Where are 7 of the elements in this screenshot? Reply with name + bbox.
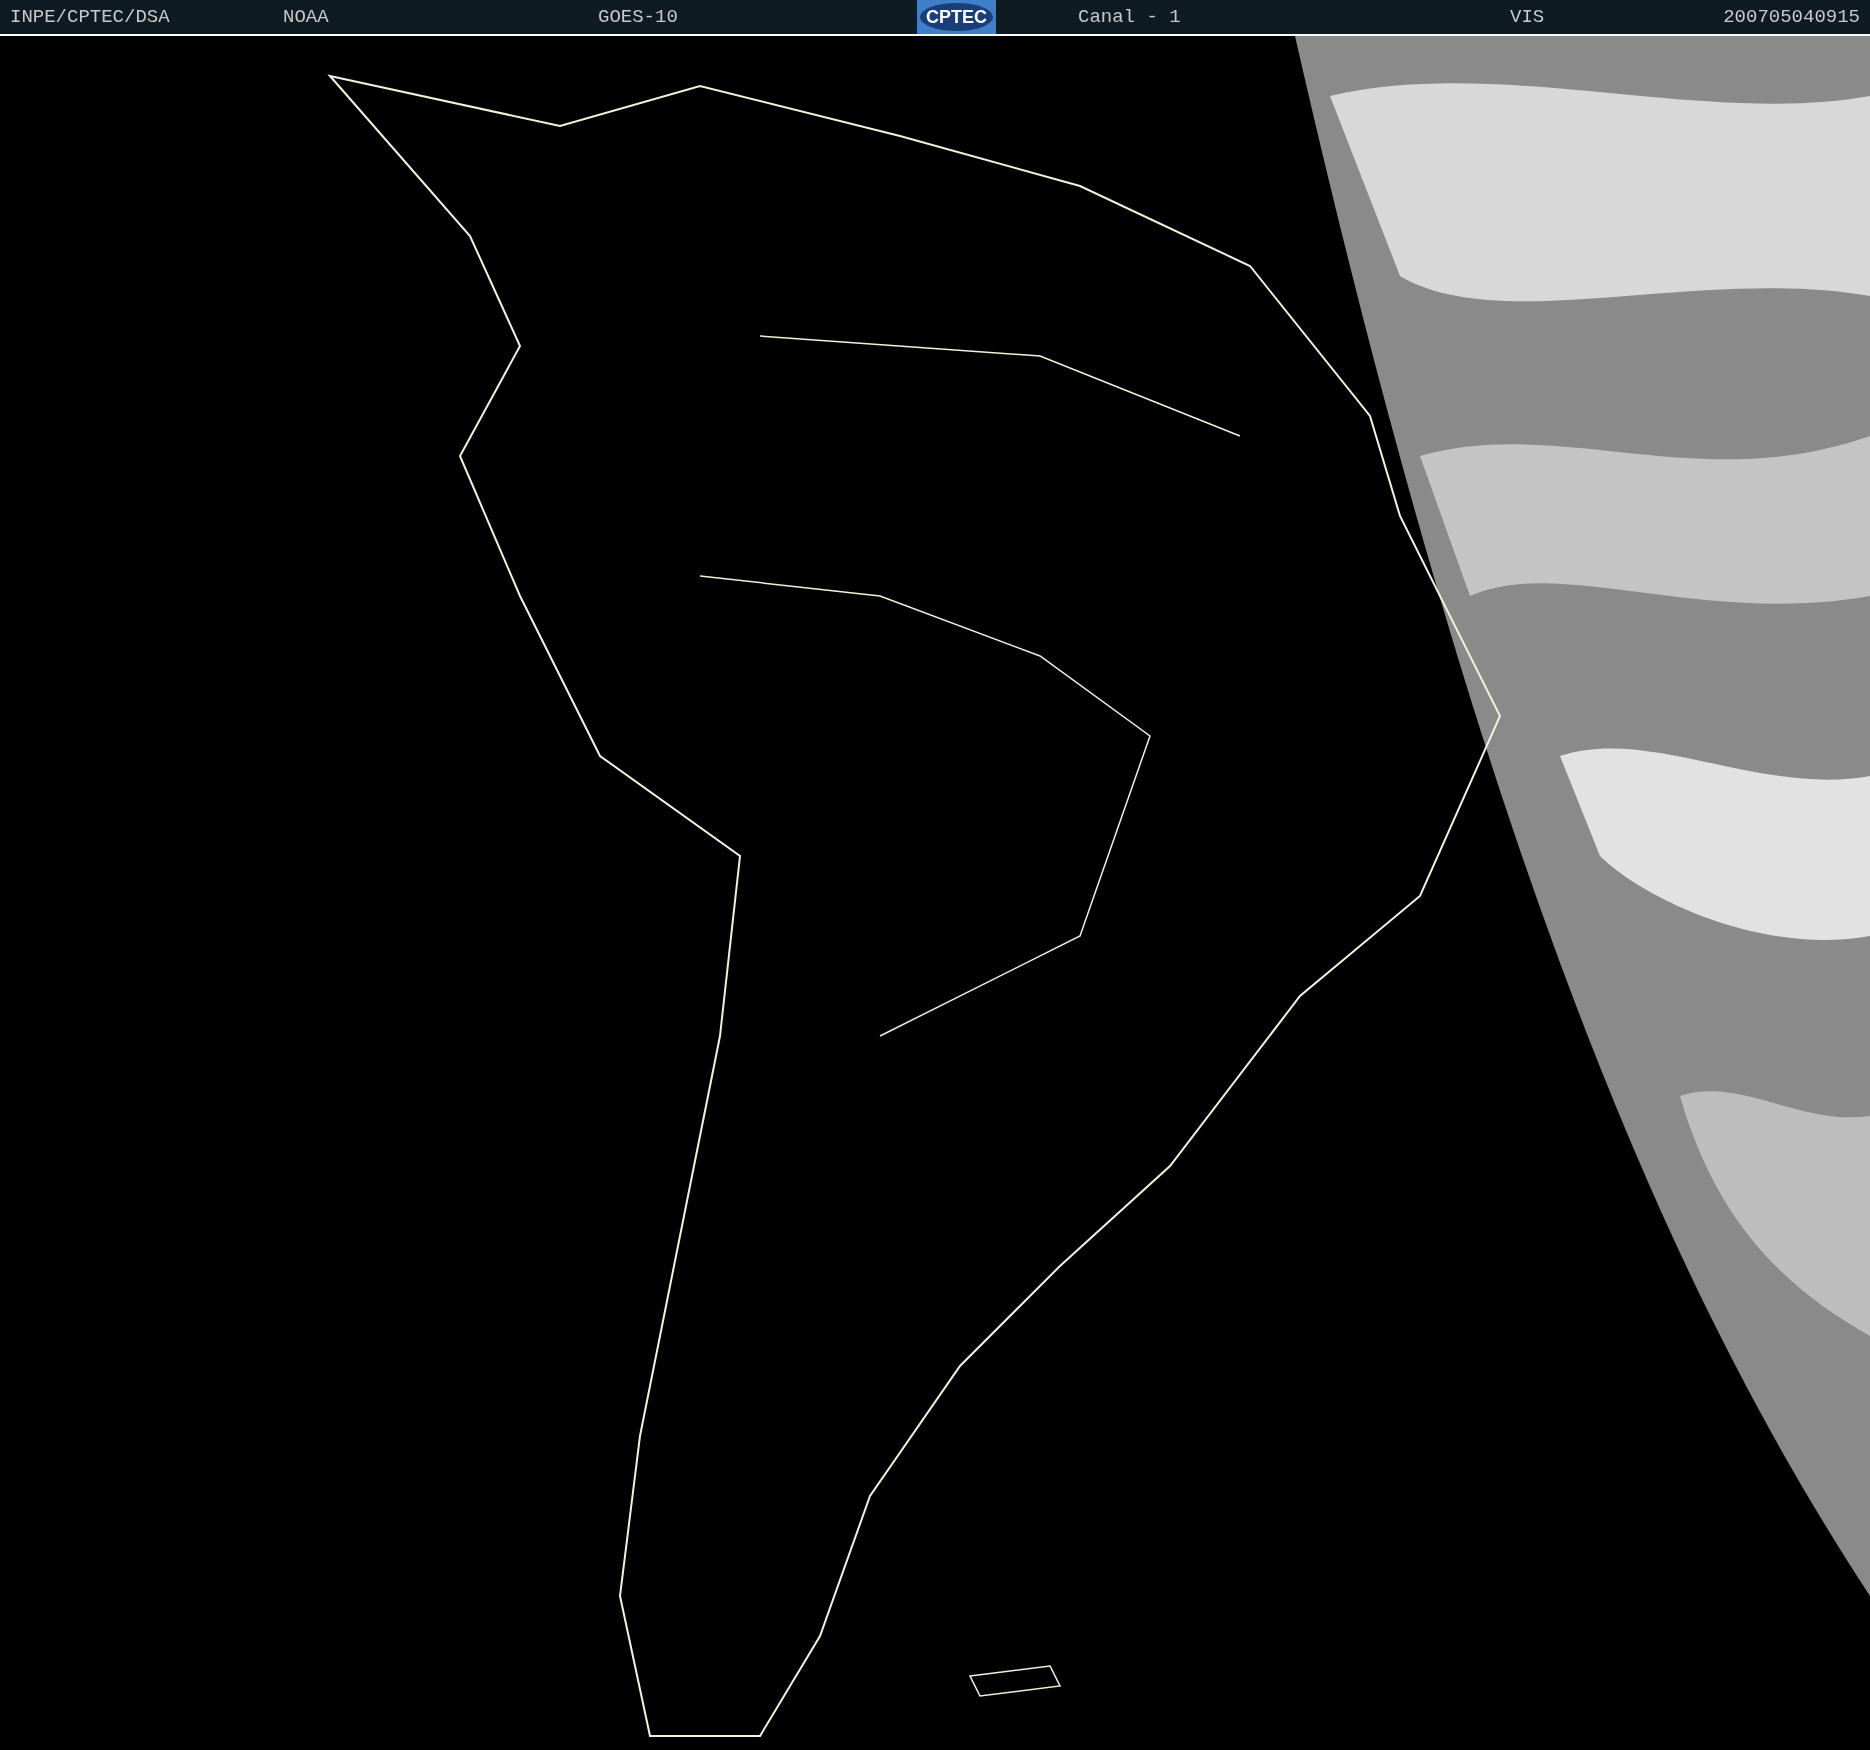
timestamp-label: 200705040915: [1723, 5, 1860, 28]
band-label: VIS: [1510, 5, 1545, 28]
agency-label: NOAA: [283, 5, 329, 28]
source-label: INPE/CPTEC/DSA: [10, 5, 170, 28]
satellite-label: GOES-10: [598, 5, 678, 28]
logo: CPTEC: [917, 0, 996, 34]
channel-label: Canal - 1: [1078, 5, 1181, 28]
